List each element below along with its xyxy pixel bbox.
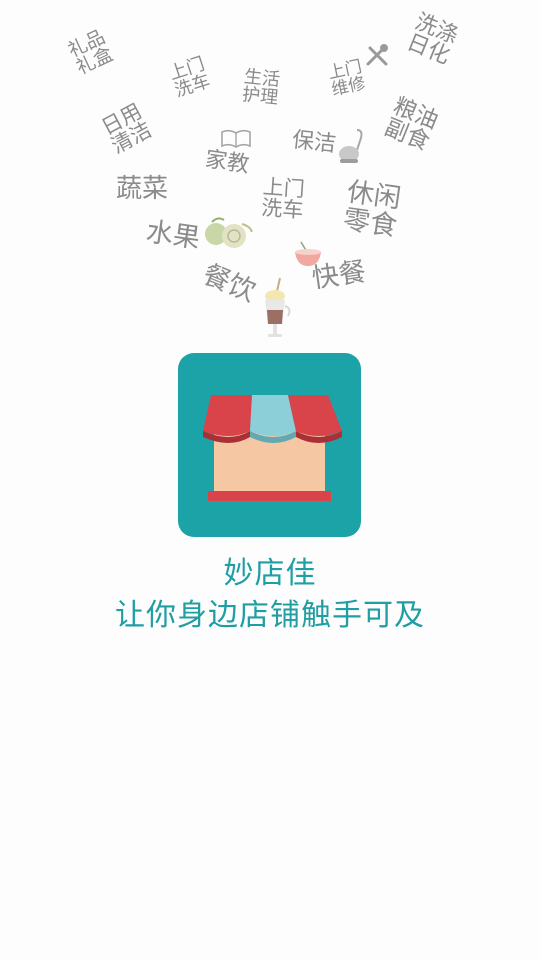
app-name: 妙店佳 [223, 556, 317, 591]
category-grain-oil: 粮油 副食 [380, 93, 442, 157]
category-fruit: 水果 [144, 216, 202, 255]
category-tutoring: 家教 [203, 147, 251, 178]
category-car-wash-top: 上门 洗车 [166, 53, 213, 102]
category-life-care: 生活 护理 [241, 66, 282, 110]
vacuum-cleaner-icon [339, 129, 363, 163]
storefront-icon [203, 395, 342, 501]
category-car-wash-mid: 上门 洗车 [260, 174, 306, 223]
book-icon [221, 129, 251, 148]
fruit-icon [205, 217, 253, 248]
category-vegetables: 蔬菜 [116, 174, 169, 204]
wrench-screwdriver-icon [366, 44, 388, 66]
milkshake-icon [265, 277, 291, 337]
category-daily-cleaning: 日用 清洁 [97, 98, 156, 159]
category-detergent: 洗涤 日化 [402, 9, 462, 71]
category-fast-food: 快餐 [310, 256, 368, 295]
category-cleaning: 保洁 [290, 127, 338, 158]
app-slogan: 让你身边店铺触手可及 [115, 598, 425, 633]
category-word-cloud: 礼品 礼盒 上门 洗车 生活 护理 上门 维修 洗涤 日化 日用 清洁 家教 保… [0, 0, 540, 345]
category-gift-box: 礼品 礼盒 [64, 25, 117, 80]
category-snacks: 休闲 零食 [341, 176, 403, 243]
category-dining: 餐饮 [198, 259, 260, 309]
app-logo [178, 353, 361, 537]
